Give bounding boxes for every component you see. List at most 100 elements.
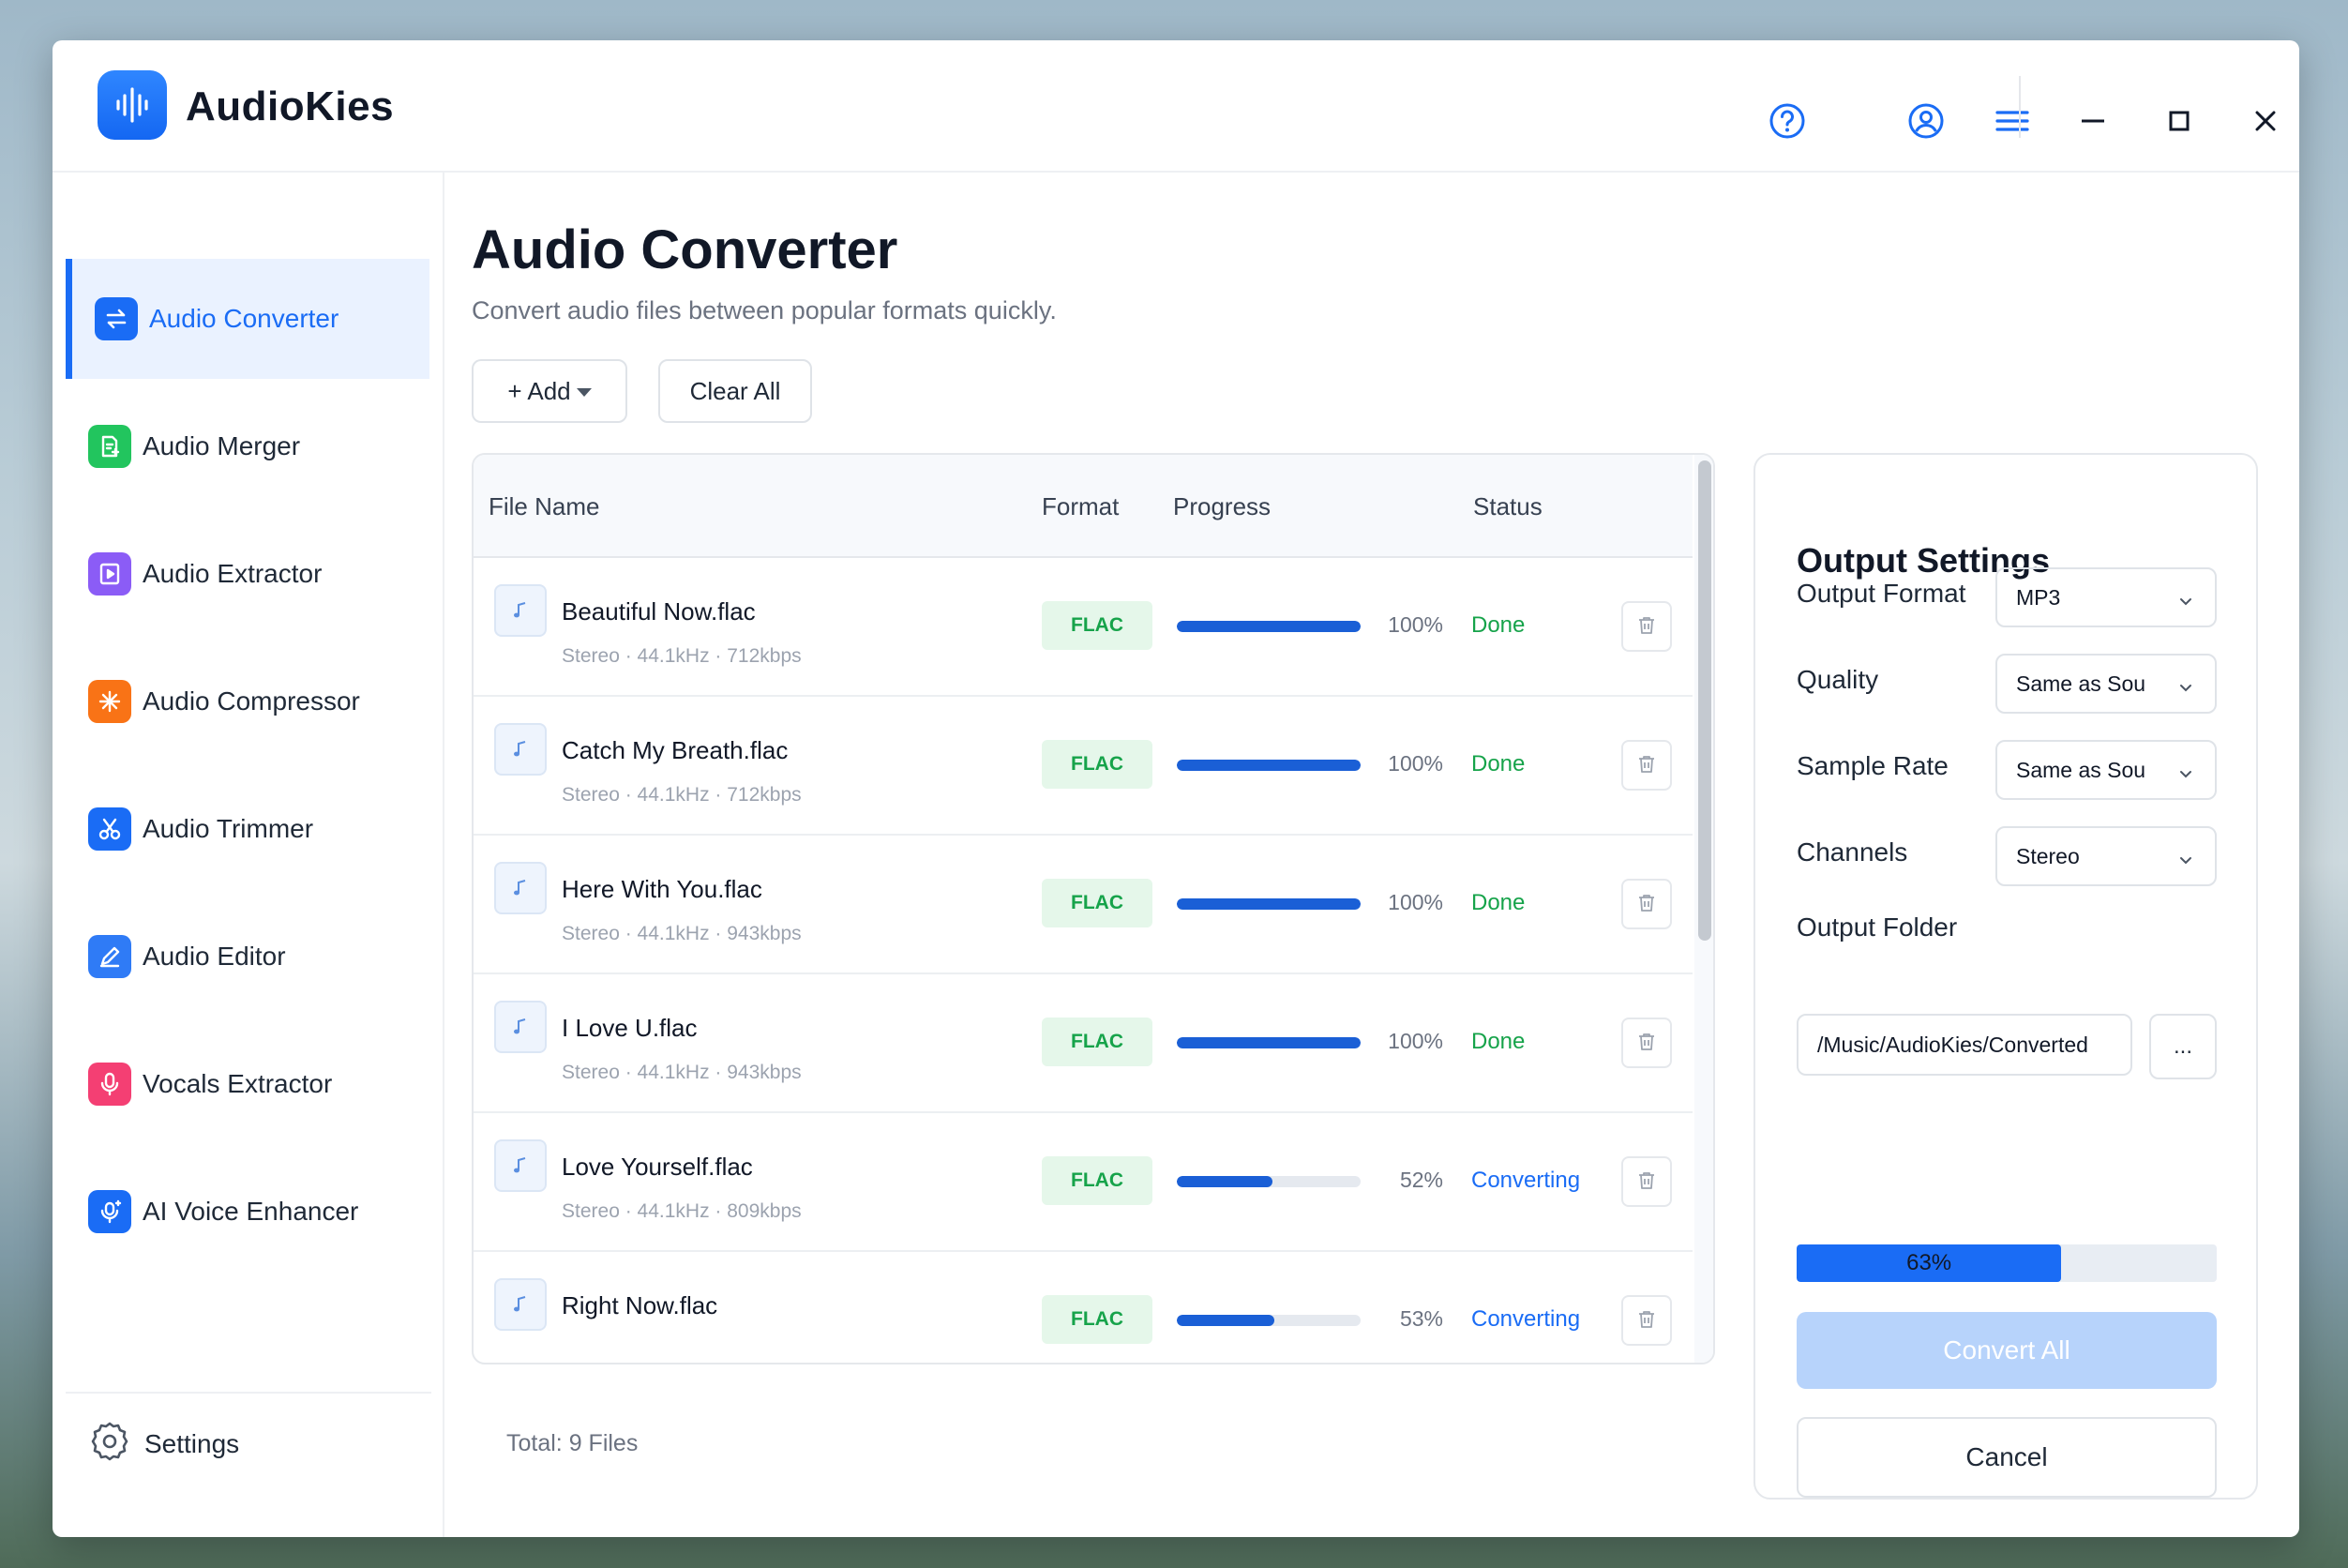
maximize-icon[interactable] bbox=[2157, 98, 2202, 143]
gear-icon bbox=[88, 1420, 131, 1468]
file-name: Beautiful Now.flac bbox=[562, 597, 756, 626]
column-header-format[interactable]: Format bbox=[1042, 492, 1119, 521]
delete-button[interactable] bbox=[1621, 740, 1672, 791]
sidebar-item-label: Audio Compressor bbox=[143, 686, 360, 716]
table-row[interactable]: Right Now.flac FLAC 53% Converting bbox=[474, 1252, 1693, 1363]
chevron-down-icon bbox=[2177, 590, 2194, 615]
column-header-file-name[interactable]: File Name bbox=[489, 492, 599, 521]
table-scrollbar-thumb[interactable] bbox=[1698, 460, 1711, 941]
file-meta: Stereo · 44.1kHz · 712kbps bbox=[562, 645, 802, 667]
progress-bar bbox=[1177, 1315, 1361, 1326]
channels-select[interactable]: Stereo bbox=[1995, 826, 2217, 886]
output-folder-label: Output Folder bbox=[1797, 912, 1958, 942]
table-row[interactable]: I Love U.flac Stereo · 44.1kHz · 943kbps… bbox=[474, 974, 1693, 1113]
table-row[interactable]: Catch My Breath.flac Stereo · 44.1kHz · … bbox=[474, 697, 1693, 836]
status-text: Converting bbox=[1471, 1306, 1581, 1332]
chevron-down-icon bbox=[2177, 762, 2194, 788]
file-meta: Stereo · 44.1kHz · 809kbps bbox=[562, 1200, 802, 1222]
cancel-button[interactable]: Cancel bbox=[1797, 1417, 2217, 1498]
swap-arrows-icon bbox=[95, 297, 138, 340]
trash-icon bbox=[1635, 1169, 1658, 1195]
file-name: Love Yourself.flac bbox=[562, 1153, 753, 1181]
sidebar-item-audio-extractor[interactable]: Audio Extractor bbox=[66, 514, 429, 634]
output-settings-panel: Output Settings Output Format MP3 Qualit… bbox=[1753, 453, 2258, 1500]
merge-document-icon bbox=[88, 425, 131, 468]
progress-bar bbox=[1177, 1037, 1361, 1048]
quality-value: Same as Sou bbox=[2016, 671, 2146, 696]
convert-all-button[interactable]: Convert All bbox=[1797, 1312, 2217, 1389]
sidebar-item-audio-merger[interactable]: Audio Merger bbox=[66, 386, 429, 506]
microphone-icon bbox=[88, 1063, 131, 1106]
column-header-progress[interactable]: Progress bbox=[1173, 492, 1271, 521]
clear-all-button[interactable]: Clear All bbox=[658, 359, 812, 423]
sidebar-item-audio-converter[interactable]: Audio Converter bbox=[66, 259, 429, 379]
ai-microphone-icon bbox=[88, 1190, 131, 1233]
app-name: AudioKies bbox=[186, 83, 395, 129]
sidebar-item-label: Audio Trimmer bbox=[143, 814, 314, 843]
sidebar-item-label: Audio Editor bbox=[143, 942, 286, 971]
progress-percent: 100% bbox=[1388, 1029, 1443, 1053]
progress-fill bbox=[1177, 760, 1361, 771]
sidebar-item-audio-trimmer[interactable]: Audio Trimmer bbox=[66, 769, 429, 889]
output-format-select[interactable]: MP3 bbox=[1995, 567, 2217, 627]
delete-button[interactable] bbox=[1621, 601, 1672, 652]
progress-bar bbox=[1177, 1176, 1361, 1187]
chevron-down-icon bbox=[576, 387, 592, 397]
music-note-icon bbox=[494, 1001, 547, 1053]
trash-icon bbox=[1635, 1031, 1658, 1056]
sidebar-item-label: Vocals Extractor bbox=[143, 1069, 333, 1098]
file-meta: Stereo · 44.1kHz · 712kbps bbox=[562, 784, 802, 806]
progress-bar bbox=[1177, 621, 1361, 632]
format-badge: FLAC bbox=[1042, 879, 1152, 927]
browse-folder-button[interactable]: ... bbox=[2149, 1014, 2217, 1079]
music-note-icon bbox=[494, 584, 547, 637]
page-title: Audio Converter bbox=[472, 219, 898, 280]
music-note-icon bbox=[494, 1139, 547, 1192]
account-icon[interactable] bbox=[1904, 98, 1949, 143]
quality-label: Quality bbox=[1797, 665, 1879, 694]
progress-fill bbox=[1177, 1176, 1272, 1187]
delete-button[interactable] bbox=[1621, 879, 1672, 929]
overall-progress-fill: 63% bbox=[1797, 1244, 2062, 1282]
progress-percent: 52% bbox=[1399, 1168, 1443, 1192]
delete-button[interactable] bbox=[1621, 1295, 1672, 1346]
overall-progress-percent: 63% bbox=[1906, 1250, 1952, 1275]
help-icon[interactable] bbox=[1765, 98, 1810, 143]
settings-label: Settings bbox=[144, 1428, 240, 1458]
close-icon[interactable] bbox=[2243, 98, 2288, 143]
sidebar-item-audio-editor[interactable]: Audio Editor bbox=[66, 897, 429, 1017]
title-bar: AudioKies bbox=[53, 40, 2299, 173]
minimize-icon[interactable] bbox=[2070, 98, 2115, 143]
menu-icon[interactable] bbox=[1990, 98, 2035, 143]
table-row[interactable]: Love Yourself.flac Stereo · 44.1kHz · 80… bbox=[474, 1113, 1693, 1252]
delete-button[interactable] bbox=[1621, 1156, 1672, 1207]
progress-percent: 100% bbox=[1388, 890, 1443, 914]
output-format-value: MP3 bbox=[2016, 584, 2061, 610]
progress-fill bbox=[1177, 1037, 1361, 1048]
music-note-icon bbox=[494, 723, 547, 776]
add-button[interactable]: + Add bbox=[472, 359, 627, 423]
file-name: Right Now.flac bbox=[562, 1291, 718, 1319]
file-name: I Love U.flac bbox=[562, 1014, 698, 1042]
sidebar-item-vocals-extractor[interactable]: Vocals Extractor bbox=[66, 1024, 429, 1144]
channels-value: Stereo bbox=[2016, 843, 2080, 868]
delete-button[interactable] bbox=[1621, 1018, 1672, 1068]
trash-icon bbox=[1635, 1308, 1658, 1334]
status-text: Converting bbox=[1471, 1168, 1581, 1193]
output-folder-field[interactable]: /Music/AudioKies/Converted bbox=[1797, 1014, 2132, 1076]
sidebar-item-ai-voice-enhancer[interactable]: AI Voice Enhancer bbox=[66, 1152, 429, 1272]
total-files: Total: 9 Files bbox=[506, 1430, 639, 1456]
progress-percent: 53% bbox=[1399, 1306, 1443, 1331]
table-row[interactable]: Beautiful Now.flac Stereo · 44.1kHz · 71… bbox=[474, 558, 1693, 697]
file-meta: Stereo · 44.1kHz · 943kbps bbox=[562, 1062, 802, 1083]
sample-rate-select[interactable]: Same as Sou bbox=[1995, 740, 2217, 800]
trash-icon bbox=[1635, 892, 1658, 917]
sidebar-item-audio-compressor[interactable]: Audio Compressor bbox=[66, 641, 429, 761]
table-row[interactable]: Here With You.flac Stereo · 44.1kHz · 94… bbox=[474, 836, 1693, 974]
sidebar-item-settings[interactable]: Settings bbox=[88, 1420, 239, 1468]
trash-icon bbox=[1635, 614, 1658, 640]
quality-select[interactable]: Same as Sou bbox=[1995, 654, 2217, 714]
column-header-status[interactable]: Status bbox=[1473, 492, 1543, 521]
status-text: Done bbox=[1471, 751, 1526, 776]
sidebar-item-label: Audio Merger bbox=[143, 431, 301, 460]
